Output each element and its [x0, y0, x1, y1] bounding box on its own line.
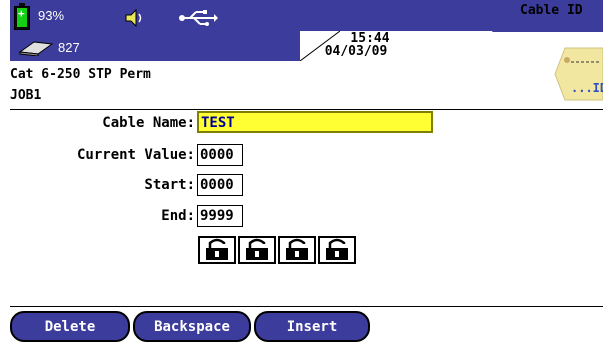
current-value-input[interactable]: 0000: [197, 144, 243, 166]
clock-date: 04/03/09: [324, 44, 388, 59]
usb-icon: [179, 10, 218, 26]
cable-name-label: Cable Name:: [102, 115, 195, 131]
lock-icon-1[interactable]: [198, 236, 236, 264]
insert-button[interactable]: Insert: [254, 311, 370, 342]
screen: + 93% 827 15:44 04/03/09 Cable ID ...ID: [0, 0, 603, 345]
storage-count: 827: [58, 40, 80, 55]
backspace-button[interactable]: Backspace: [133, 311, 251, 342]
start-label: Start:: [144, 177, 195, 193]
cable-tag-icon: ...ID: [554, 47, 603, 101]
header-divider: [10, 109, 603, 110]
battery-percent: 93%: [38, 8, 65, 23]
lock-icon-3[interactable]: [278, 236, 316, 264]
end-input[interactable]: 9999: [197, 205, 243, 227]
softkey-divider: [10, 306, 603, 307]
delete-button[interactable]: Delete: [10, 311, 130, 342]
digit-lock-group: [198, 236, 356, 264]
lock-icon-4[interactable]: [318, 236, 356, 264]
end-label: End:: [161, 208, 195, 224]
storage-icon: [18, 41, 54, 56]
current-value-label: Current Value:: [76, 147, 195, 163]
battery-icon: +: [14, 3, 30, 30]
lock-icon-2[interactable]: [238, 236, 276, 264]
cable-type-label: Cat 6-250 STP Perm: [10, 67, 151, 82]
svg-text:...ID: ...ID: [571, 81, 603, 95]
speaker-icon: [125, 8, 142, 28]
job-name-label: JOB1: [10, 88, 42, 103]
start-input[interactable]: 0000: [197, 174, 243, 196]
app-title: Cable ID: [520, 3, 583, 18]
cable-name-input[interactable]: TEST: [197, 111, 433, 133]
